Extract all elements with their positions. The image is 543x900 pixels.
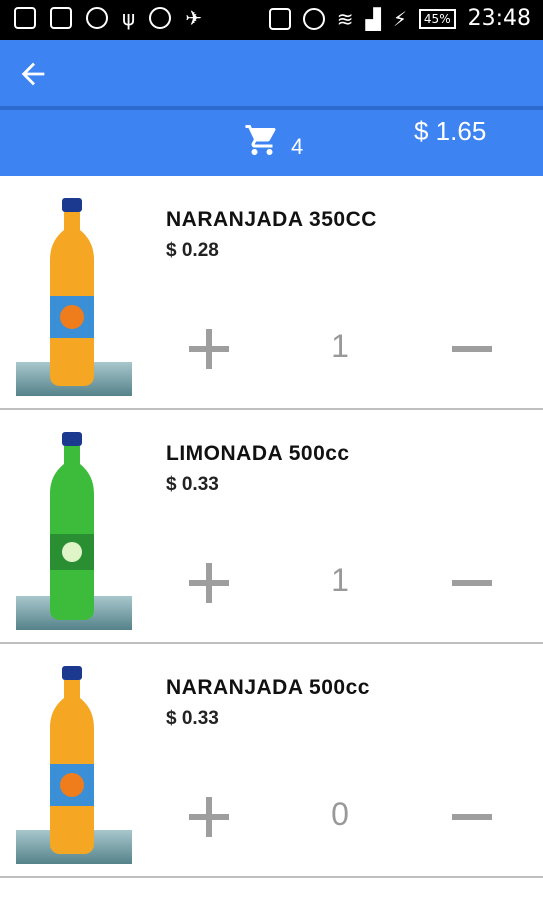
charging-icon: ⚡	[392, 6, 407, 31]
product-item: NARANJADA 350CC $ 0.28 1	[0, 176, 543, 410]
minus-icon[interactable]	[452, 580, 492, 586]
cart-item-count: 4	[291, 134, 304, 159]
app-bar	[0, 40, 543, 108]
product-image	[16, 664, 132, 864]
edit-icon	[50, 7, 72, 29]
product-price: $ 0.33	[166, 708, 219, 729]
bottle-image	[50, 198, 94, 386]
cast-icon	[268, 7, 291, 30]
product-item: NARANJADA 500cc $ 0.33 0	[0, 644, 543, 878]
status-icons-left: ψ ✈	[14, 7, 202, 29]
alarm-icon	[302, 7, 325, 30]
product-name: LIMONADA 500cc	[166, 442, 350, 465]
cart-total: $ 1.65	[414, 116, 487, 146]
usb-icon: ψ	[122, 6, 136, 30]
wifi-icon: ≋	[336, 6, 354, 31]
cart-summary-bar: 4 $ 1.65	[0, 110, 543, 176]
plane-icon: ✈	[185, 6, 202, 30]
status-time: 23:48	[467, 6, 531, 31]
minus-icon[interactable]	[452, 814, 492, 820]
status-icons-right: ≋ ▟ ⚡ 45% 23:48	[268, 6, 531, 31]
bottle-image	[50, 432, 94, 620]
product-item: LIMONADA 500cc $ 0.33 1	[0, 410, 543, 644]
arrow-back-icon[interactable]	[16, 57, 50, 91]
signal-icon: ▟	[365, 6, 381, 31]
product-quantity: 1	[331, 562, 349, 598]
product-list: NARANJADA 350CC $ 0.28 1 LIMONADA 500cc …	[0, 176, 543, 878]
skype-icon	[149, 7, 172, 29]
battery-indicator: 45%	[418, 8, 456, 29]
message-icon	[14, 7, 36, 29]
product-image	[16, 196, 132, 396]
product-quantity: 0	[331, 796, 349, 832]
plus-icon[interactable]	[186, 326, 232, 372]
product-price: $ 0.33	[166, 474, 219, 495]
product-name: NARANJADA 350CC	[166, 208, 377, 231]
product-name: NARANJADA 500cc	[166, 676, 370, 699]
minus-icon[interactable]	[452, 346, 492, 352]
plus-icon[interactable]	[186, 560, 232, 606]
plus-icon[interactable]	[186, 794, 232, 840]
shopping-cart-icon[interactable]	[242, 122, 282, 158]
product-image	[16, 430, 132, 630]
product-price: $ 0.28	[166, 240, 219, 261]
status-bar: ψ ✈ ≋ ▟ ⚡ 45% 23:48	[0, 0, 543, 40]
bottle-image	[50, 666, 94, 854]
product-quantity: 1	[331, 328, 349, 364]
globe-icon	[86, 7, 108, 29]
